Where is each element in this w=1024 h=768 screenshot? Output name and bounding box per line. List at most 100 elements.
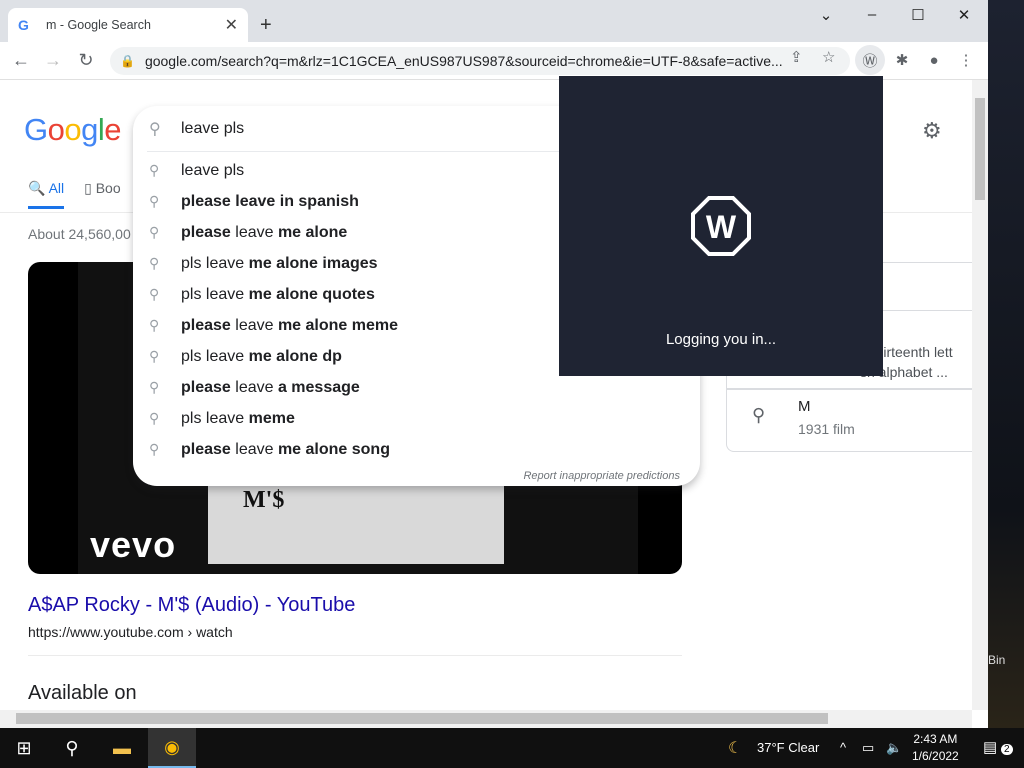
- suggestion-text: pls leave me alone dp: [181, 348, 342, 366]
- suggestion-bold-part: please: [181, 223, 231, 241]
- popup-status-text: Logging you in...: [665, 331, 777, 348]
- scroll-thumb[interactable]: [16, 713, 828, 724]
- bookmark-star-icon[interactable]: ☆: [822, 48, 835, 66]
- tab-all-label: All: [48, 180, 65, 196]
- divider: [28, 655, 682, 656]
- suggestion-plain-part: leave: [230, 378, 278, 396]
- suggestion-text: please leave me alone song: [181, 441, 390, 459]
- new-tab-icon[interactable]: +: [260, 14, 272, 37]
- moon-weather-icon[interactable]: ☾: [728, 738, 742, 758]
- suggestion-bold-part: me alone dp: [248, 347, 342, 365]
- suggestion-item[interactable]: ⚲ please leave me alone song: [133, 434, 700, 465]
- tab-search-chevron-icon[interactable]: ⌄: [814, 6, 838, 24]
- suggestion-bold-part: please: [181, 316, 231, 334]
- maximize-icon[interactable]: ☐: [906, 6, 930, 24]
- search-tabs: 🔍 All ▯ Boo: [28, 180, 121, 209]
- search-icon: ⚲: [149, 193, 160, 209]
- clock-time: 2:43 AM: [913, 732, 958, 746]
- browser-window: G m - Google Search ✕ + ⌄ – ☐ ✕ ← → ↻ 🔒 …: [0, 0, 988, 728]
- suggestion-bold-part: me alone meme: [277, 316, 399, 334]
- search-icon: ⚲: [752, 405, 766, 425]
- network-icon[interactable]: ▭: [862, 740, 874, 756]
- search-input[interactable]: [181, 120, 561, 138]
- system-clock[interactable]: 2:43 AM 1/6/2022: [912, 731, 959, 765]
- suggestion-text: pls leave me alone images: [181, 255, 378, 273]
- suggestion-bold-part: me alone quotes: [248, 285, 375, 303]
- suggestion-plain-part: pls leave: [181, 254, 249, 272]
- url-text[interactable]: google.com/search?q=m&rlz=1C1GCEA_enUS98…: [145, 53, 795, 69]
- available-on-heading: Available on: [28, 682, 137, 704]
- browser-toolbar: ← → ↻ 🔒 google.com/search?q=m&rlz=1C1GCE…: [0, 42, 988, 80]
- suggestion-bold-part: meme: [248, 409, 295, 427]
- search-icon: ⚲: [149, 121, 161, 138]
- reload-icon[interactable]: ↻: [75, 50, 97, 71]
- logo-letter: G: [24, 112, 48, 147]
- suggestion-item[interactable]: ⚲ please leave a message: [133, 372, 700, 403]
- related-title[interactable]: M: [798, 398, 811, 415]
- search-icon: ⚲: [149, 348, 160, 364]
- suggestion-text: please leave me alone: [181, 224, 347, 242]
- forward-icon[interactable]: →: [42, 50, 64, 71]
- vertical-scrollbar[interactable]: [972, 80, 988, 710]
- horizontal-scrollbar[interactable]: [0, 710, 972, 728]
- search-icon: ⚲: [149, 441, 160, 457]
- vevo-logo: vevo: [90, 524, 177, 565]
- minimize-icon[interactable]: –: [860, 6, 884, 23]
- suggestion-plain-part: pls leave: [181, 347, 249, 365]
- notifications-icon[interactable]: ▤: [983, 738, 997, 756]
- logo-letter: g: [81, 112, 98, 147]
- related-subtitle: 1931 film: [798, 421, 855, 437]
- suggestion-plain-part: leave: [230, 223, 278, 241]
- share-icon[interactable]: ⇪: [790, 48, 803, 66]
- google-logo[interactable]: Google: [24, 112, 122, 148]
- tab-all[interactable]: 🔍 All: [28, 180, 65, 209]
- scroll-thumb[interactable]: [975, 98, 985, 200]
- logo-letter: e: [104, 112, 122, 147]
- suggestion-text: please leave me alone meme: [181, 317, 398, 335]
- lock-icon[interactable]: 🔒: [120, 54, 135, 68]
- settings-gear-icon[interactable]: ⚙: [922, 118, 942, 144]
- report-predictions-link[interactable]: Report inappropriate predictions: [523, 470, 680, 482]
- close-window-icon[interactable]: ✕: [952, 6, 976, 24]
- result-url[interactable]: https://www.youtube.com › watch: [28, 624, 233, 640]
- tab-books[interactable]: ▯ Boo: [84, 180, 121, 209]
- suggestion-text: please leave a message: [181, 379, 360, 397]
- suggestion-plain-part: leave: [230, 316, 278, 334]
- menu-kebab-icon[interactable]: ⋮: [951, 45, 981, 75]
- windscribe-extension-icon[interactable]: Ⓦ: [855, 45, 885, 75]
- search-icon: ⚲: [149, 162, 160, 178]
- file-explorer-icon[interactable]: ▬: [98, 728, 146, 768]
- recycle-bin-label[interactable]: Bin: [988, 653, 1005, 667]
- weather-text[interactable]: 37°F Clear: [757, 740, 819, 755]
- clock-date: 1/6/2022: [912, 749, 959, 763]
- suggestion-bold-part: please: [181, 440, 231, 458]
- browser-tab[interactable]: G m - Google Search ✕: [8, 8, 248, 42]
- search-icon[interactable]: ⚲: [48, 728, 96, 768]
- back-icon[interactable]: ←: [10, 50, 32, 71]
- suggestion-bold-part: me alone images: [248, 254, 378, 272]
- taskbar: ⊞ ⚲ ▬ ◉ ☾ 37°F Clear ^ ▭ 🔈 2:43 AM 1/6/2…: [0, 728, 1024, 768]
- volume-muted-icon[interactable]: 🔈: [886, 740, 902, 756]
- logo-letter: o: [64, 112, 82, 147]
- suggestion-bold-part: a message: [277, 378, 360, 396]
- extensions-puzzle-icon[interactable]: ✱: [887, 45, 917, 75]
- chrome-taskbar-icon[interactable]: ◉: [148, 728, 196, 768]
- address-bar[interactable]: 🔒 google.com/search?q=m&rlz=1C1GCEA_enUS…: [110, 47, 850, 75]
- windscribe-logo-icon: W: [691, 196, 751, 256]
- close-tab-icon[interactable]: ✕: [225, 15, 238, 35]
- suggestion-bold-part: me alone song: [277, 440, 390, 458]
- suggestion-text: pls leave me alone quotes: [181, 286, 375, 304]
- logo-letter: o: [47, 112, 65, 147]
- result-title-link[interactable]: A$AP Rocky - M'$ (Audio) - YouTube: [28, 594, 355, 617]
- search-icon: ⚲: [149, 410, 160, 426]
- show-hidden-icons-chevron-icon[interactable]: ^: [840, 740, 846, 755]
- suggestion-item[interactable]: ⚲ pls leave meme: [133, 403, 700, 434]
- windows-start-icon[interactable]: ⊞: [0, 728, 48, 768]
- suggestion-plain-part: pls leave: [181, 285, 249, 303]
- suggestion-bold-part: please leave in spanish: [181, 192, 359, 210]
- suggestion-text: leave pls: [181, 162, 244, 180]
- suggestion-text: please leave in spanish: [181, 193, 359, 211]
- profile-icon[interactable]: ●: [919, 45, 949, 75]
- search-icon: ⚲: [149, 224, 160, 240]
- result-stats: About 24,560,00: [28, 226, 131, 242]
